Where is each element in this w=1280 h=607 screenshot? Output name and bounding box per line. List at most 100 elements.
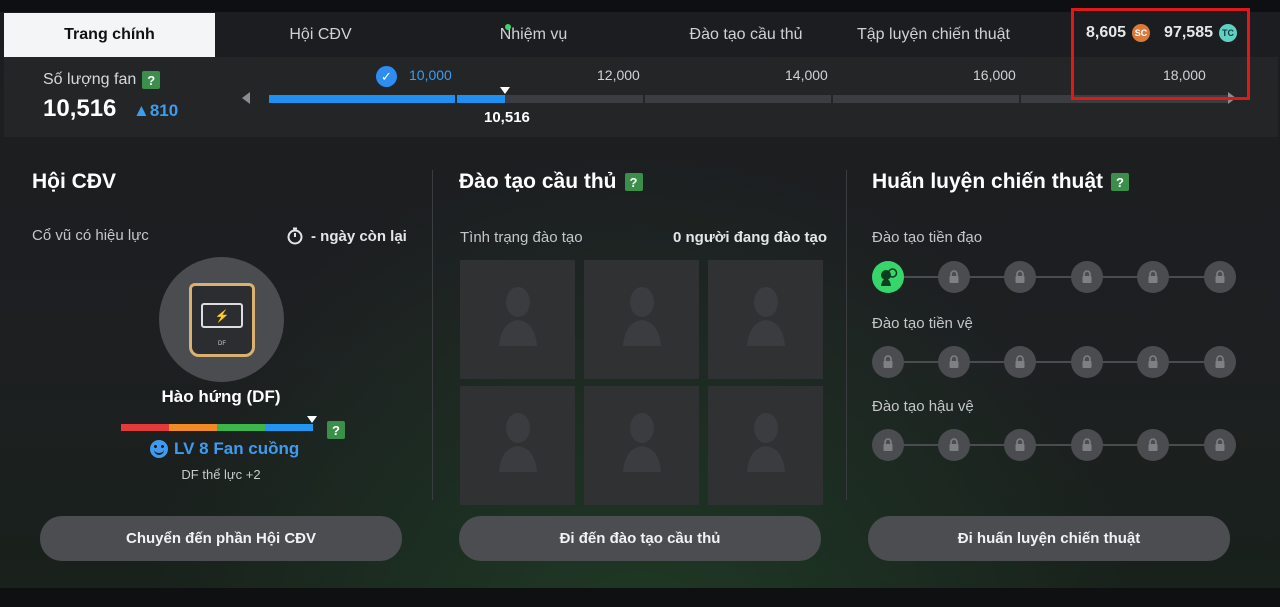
fan-level-text: LV 8 Fan cuồng xyxy=(174,439,300,458)
go-fan-club-button-label: Chuyển đến phần Hội CĐV xyxy=(125,530,316,547)
fan-club-title: Hội CĐV xyxy=(32,170,116,194)
tab-tactical-training[interactable]: Tập luyện chiến thuật xyxy=(851,13,1016,57)
lock-icon[interactable] xyxy=(938,429,970,461)
player-silhouette-icon xyxy=(623,287,661,346)
lock-icon[interactable] xyxy=(1004,346,1036,378)
battery-icon: ⚡ xyxy=(201,303,243,328)
lock-icon[interactable] xyxy=(1004,429,1036,461)
tactics-node-unlocked[interactable] xyxy=(872,261,904,293)
current-fans-marker-icon xyxy=(500,87,510,94)
tactics-row-label: Đào tạo tiền đạo xyxy=(872,229,983,246)
player-silhouette-icon xyxy=(499,287,537,346)
tactics-row-label: Đào tạo tiền vệ xyxy=(872,315,973,332)
milestone-10000: 10,000 xyxy=(409,67,452,83)
lock-icon[interactable] xyxy=(1071,429,1103,461)
player-silhouette-icon xyxy=(747,287,785,346)
lock-icon[interactable] xyxy=(938,346,970,378)
lock-icon[interactable] xyxy=(1204,261,1236,293)
training-slot[interactable] xyxy=(708,386,823,505)
progress-divider xyxy=(455,95,457,103)
badge-name: Hào hứng (DF) xyxy=(161,387,281,406)
fan-level: LV 8 Fan cuồng xyxy=(150,439,299,459)
progress-divider xyxy=(831,95,833,103)
lock-icon[interactable] xyxy=(938,261,970,293)
smile-icon xyxy=(150,440,168,458)
lock-icon[interactable] xyxy=(1071,261,1103,293)
training-slot[interactable] xyxy=(584,260,699,379)
go-tactics-button[interactable]: Đi huấn luyện chiến thuật xyxy=(868,516,1230,561)
milestone-12000: 12,000 xyxy=(597,67,640,83)
progress-divider xyxy=(1019,95,1021,103)
tab-bar: Trang chính Hội CĐV Nhiệm vụ Đào tạo cầu… xyxy=(4,13,1256,57)
column-divider xyxy=(846,170,847,500)
fan-badge-shield-icon: ⚡ DF xyxy=(189,283,255,357)
lock-icon[interactable] xyxy=(1204,429,1236,461)
tactics-title: Huấn luyện chiến thuật ? xyxy=(872,170,1130,194)
tab-player-training-label: Đào tạo cầu thủ xyxy=(689,26,803,43)
fan-bonus: DF thể lực +2 xyxy=(181,467,261,482)
stopwatch-icon xyxy=(287,227,303,245)
lock-icon[interactable] xyxy=(1137,346,1169,378)
tab-missions[interactable]: Nhiệm vụ xyxy=(426,13,641,57)
fan-progress-fill-current xyxy=(457,95,505,103)
mood-marker-icon xyxy=(307,416,317,423)
player-training-title: Đào tạo cầu thủ ? xyxy=(459,170,643,194)
milestone-14000: 14,000 xyxy=(785,67,828,83)
tab-fan-club-label: Hội CĐV xyxy=(289,26,352,43)
fan-count: 10,516 xyxy=(43,95,117,122)
bottom-strip xyxy=(0,588,1280,607)
training-status-label: Tình trạng đào tạo xyxy=(460,229,583,246)
lock-icon[interactable] xyxy=(1004,261,1036,293)
player-silhouette-icon xyxy=(747,413,785,472)
mood-bar-green xyxy=(217,424,265,431)
fan-progress-fill-done xyxy=(269,95,455,103)
training-slot[interactable] xyxy=(460,260,575,379)
tactics-help-icon[interactable]: ? xyxy=(1111,173,1130,191)
lock-icon[interactable] xyxy=(872,429,904,461)
lock-icon[interactable] xyxy=(1137,261,1169,293)
go-fan-club-button[interactable]: Chuyển đến phần Hội CĐV xyxy=(40,516,402,561)
cheer-label: Cổ vũ có hiệu lực xyxy=(32,227,149,244)
training-slot[interactable] xyxy=(708,260,823,379)
tactics-row-label: Đào tạo hậu vệ xyxy=(872,398,974,415)
player-training-title-text: Đào tạo cầu thủ xyxy=(459,170,617,193)
player-training-help-icon[interactable]: ? xyxy=(624,173,643,191)
mood-help-icon[interactable]: ? xyxy=(327,421,345,439)
tab-player-training[interactable]: Đào tạo cầu thủ xyxy=(641,13,851,57)
player-silhouette-icon xyxy=(499,413,537,472)
cheer-remaining: - ngày còn lại xyxy=(286,227,407,245)
check-icon: ✓ xyxy=(376,66,397,87)
mood-bar-red xyxy=(121,424,169,431)
fan-count-label: Số lượng fan ? xyxy=(43,71,161,89)
milestone-16000: 16,000 xyxy=(973,67,1016,83)
tab-fan-club[interactable]: Hội CĐV xyxy=(215,13,426,57)
notification-dot-icon xyxy=(504,24,511,30)
mood-bar-orange xyxy=(169,424,217,431)
go-player-training-button[interactable]: Đi đến đào tạo cầu thủ xyxy=(459,516,821,561)
go-tactics-button-label: Đi huấn luyện chiến thuật xyxy=(957,530,1141,547)
currency-highlight-box xyxy=(1071,8,1250,100)
training-slot[interactable] xyxy=(460,386,575,505)
mood-bar-blue xyxy=(265,424,313,431)
cheer-remaining-text: - ngày còn lại xyxy=(311,227,407,245)
lock-icon[interactable] xyxy=(1204,346,1236,378)
column-divider xyxy=(432,170,433,500)
fan-help-icon[interactable]: ? xyxy=(142,71,161,89)
tab-home-label: Trang chính xyxy=(64,26,155,43)
scroll-left-icon[interactable] xyxy=(242,92,250,104)
lock-icon[interactable] xyxy=(1137,429,1169,461)
progress-divider xyxy=(643,95,645,103)
training-status-value: 0 người đang đào tạo xyxy=(673,229,828,246)
current-fans-value: 10,516 xyxy=(484,109,530,126)
training-slot[interactable] xyxy=(584,386,699,505)
go-player-training-button-label: Đi đến đào tạo cầu thủ xyxy=(559,530,721,547)
player-silhouette-icon xyxy=(623,413,661,472)
fan-club-title-text: Hội CĐV xyxy=(32,170,116,193)
lock-icon[interactable] xyxy=(872,346,904,378)
tab-home[interactable]: Trang chính xyxy=(4,13,215,57)
lock-icon[interactable] xyxy=(1071,346,1103,378)
tactics-title-text: Huấn luyện chiến thuật xyxy=(872,170,1104,193)
tab-tactical-training-label: Tập luyện chiến thuật xyxy=(857,26,1010,43)
fan-delta: ▲810 xyxy=(133,101,179,120)
badge-tag: DF xyxy=(218,341,226,347)
